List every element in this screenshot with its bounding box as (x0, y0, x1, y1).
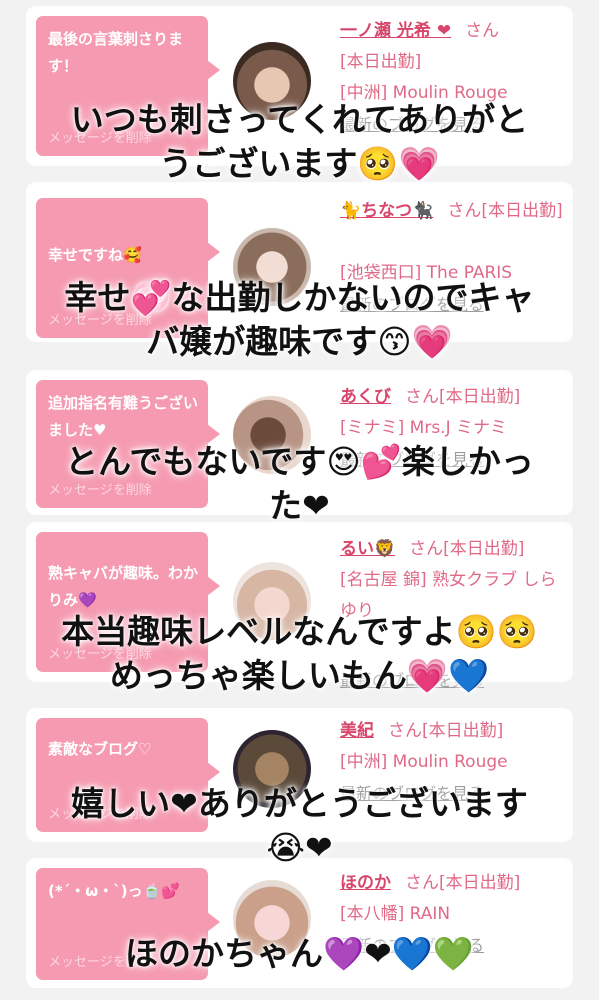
honorific: さん[本日出勤] (405, 387, 521, 407)
cast-name-link[interactable]: あくび (340, 387, 391, 407)
status-text: [本日出勤] (340, 52, 422, 72)
caption-line: めっちゃ楽しいもん💗💙 (109, 656, 490, 695)
honorific: さん[本日出勤] (388, 721, 504, 741)
caption-overlay: 本当趣味レベルなんですよ🥺🥺 めっちゃ楽しいもん💗💙 (0, 610, 599, 698)
honorific: さん (465, 21, 500, 41)
caption-line: 😭❤ (266, 828, 333, 867)
message-text: 追加指名有難うございました♥ (48, 394, 199, 439)
caption-line: とんでもないです😍💕楽しかっ (65, 442, 534, 481)
caption-line: バ嬢が趣味です😙💗 (146, 322, 453, 361)
honorific: さん[本日出勤] (409, 539, 525, 559)
cast-name-link[interactable]: 一ノ瀬 光希 ❤ (340, 21, 451, 41)
message-text: 幸せですね🥰 (48, 246, 142, 264)
caption-overlay: 幸せ💞な出勤しかないのでキャ バ嬢が趣味です😙💗 (0, 276, 599, 364)
caption-line: ほのかちゃん💜❤💙💚 (125, 934, 474, 973)
caption-line: た❤ (269, 486, 330, 525)
cast-name-link[interactable]: 美紀 (340, 721, 374, 741)
status-text (340, 227, 570, 258)
cast-name-link[interactable]: ほのか (340, 873, 391, 893)
cast-name-link[interactable]: るい🦁 (340, 539, 395, 559)
caption-overlay: とんでもないです😍💕楽しかっ た❤ (0, 440, 599, 528)
caption-line: うございます🥺💗 (159, 144, 440, 183)
caption-line: 幸せ💞な出勤しかないのでキャ (64, 278, 535, 317)
caption-line: いつも刺さってくれてありがと (70, 100, 529, 139)
caption-line: 本当趣味レベルなんですよ🥺🥺 (61, 612, 538, 651)
message-text: (*´・ω・`)っ🍵💕 (48, 882, 180, 900)
message-text: 熟キャバが趣味。わかりみ💜 (48, 564, 199, 609)
caption-line: 嬉しい❤ありがとうございます (71, 784, 528, 823)
honorific: さん[本日出勤] (405, 873, 521, 893)
message-text: 最後の言葉刺さります！ (48, 30, 184, 75)
honorific: さん[本日出勤] (447, 201, 563, 221)
message-text: 素敵なブログ♡ (48, 740, 152, 758)
caption-overlay: 嬉しい❤ありがとうございます 😭❤ (0, 782, 599, 870)
caption-overlay: ほのかちゃん💜❤💙💚 (0, 932, 599, 976)
cast-name-link[interactable]: 🐈ちなつ🐈‍⬛ (340, 201, 433, 221)
caption-overlay: いつも刺さってくれてありがと うございます🥺💗 (0, 98, 599, 186)
shop-text: [中洲] Moulin Rouge (340, 752, 508, 772)
shop-text: [本八幡] RAIN (340, 904, 451, 924)
